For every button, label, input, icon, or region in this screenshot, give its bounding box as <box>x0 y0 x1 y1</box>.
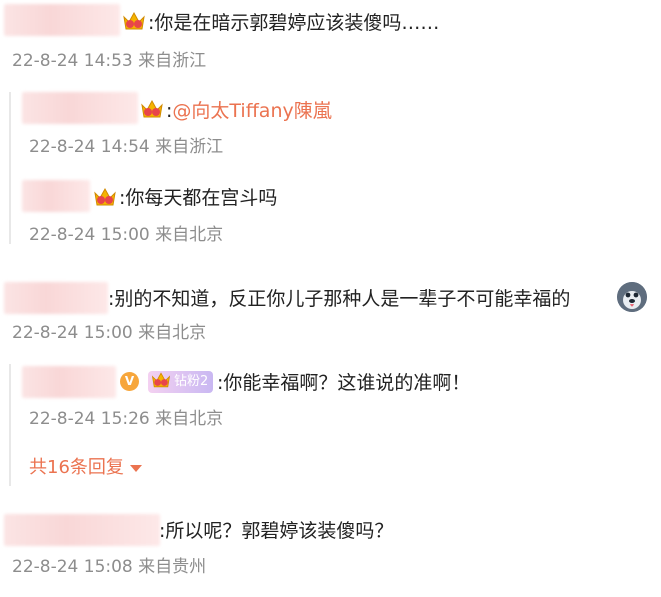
commenter-name-blurred[interactable] <box>4 514 160 546</box>
chevron-down-icon <box>129 464 142 472</box>
reply-meta: 22-8-24 15:26 来自北京 <box>29 409 224 429</box>
comment-text: :别的不知道，反正你儿子那种人是一辈子不可能幸福的 <box>108 288 571 310</box>
reply-name-blurred[interactable] <box>22 92 138 124</box>
reply-text: :你能幸福啊？这谁说的准啊！ <box>217 372 471 394</box>
fan-badge-label: 钻粉2 <box>174 374 209 389</box>
commenter-name-blurred[interactable] <box>4 4 120 36</box>
crown-icon <box>141 99 163 118</box>
fan-level-badge: 钻粉2 <box>148 371 214 393</box>
reply-text: :你每天都在宫斗吗 <box>119 187 278 209</box>
comment-meta: 22-8-24 15:00 来自北京 <box>12 323 207 343</box>
reply-name-blurred[interactable] <box>22 180 90 212</box>
comment-text: :所以呢？郭碧婷该装傻吗？ <box>159 520 394 542</box>
comment-meta: 22-8-24 15:08 来自贵州 <box>12 557 207 577</box>
reply-meta: 22-8-24 14:54 来自浙江 <box>29 137 224 157</box>
reply-name-blurred[interactable] <box>22 366 116 398</box>
mention-link[interactable]: @向太Tiffany陳嵐 <box>172 100 331 122</box>
comment-meta: 22-8-24 14:53 来自浙江 <box>12 51 207 71</box>
reply-thread-bar <box>9 364 11 486</box>
crown-icon <box>123 11 145 30</box>
reply-meta: 22-8-24 15:00 来自北京 <box>29 225 224 245</box>
crown-icon <box>151 372 171 388</box>
crown-icon <box>94 187 116 206</box>
husky-emoji-icon <box>617 282 647 312</box>
reply-thread-bar <box>9 92 11 244</box>
comment-text: :你是在暗示郭碧婷应该装傻吗…… <box>148 12 440 34</box>
more-replies-label: 共16条回复 <box>29 457 124 478</box>
more-replies-link[interactable]: 共16条回复 <box>29 456 142 480</box>
reply-text: :@向太Tiffany陳嵐 <box>166 98 332 124</box>
commenter-name-blurred[interactable] <box>4 282 108 314</box>
verified-badge: V <box>120 372 139 391</box>
